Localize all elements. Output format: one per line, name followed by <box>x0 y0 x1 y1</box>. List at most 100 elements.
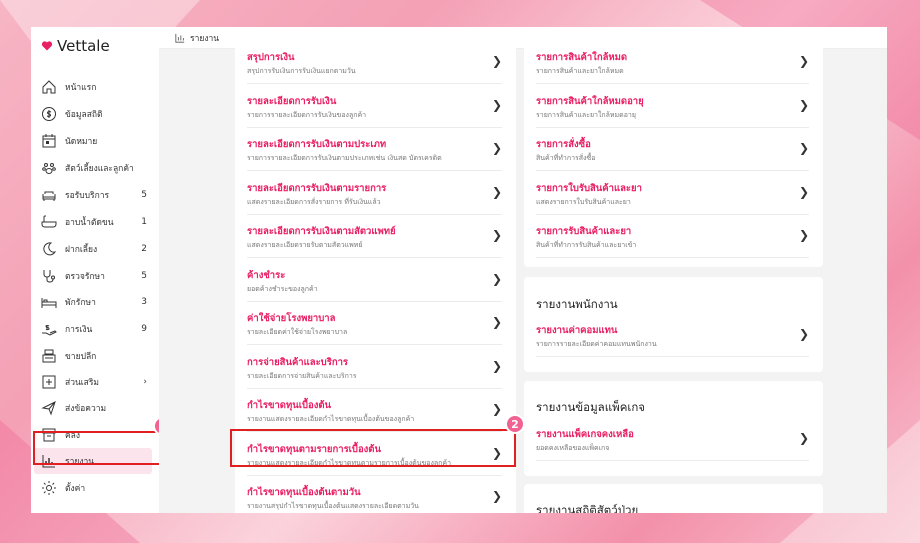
report-title[interactable]: รายการรับสินค้าและยา <box>536 224 631 239</box>
chevron-right-icon[interactable]: ❯ <box>492 185 502 199</box>
sidebar-item-bed[interactable]: พักรักษา 3 <box>41 289 153 315</box>
paw-icon <box>42 163 56 174</box>
report-row[interactable]: รายการสั่งซื้อสินค้าที่ทำการสั่งซื้อ ❯ <box>524 128 823 171</box>
report-row[interactable]: กำไรขาดทุนเบื้องต้นตามวัน รายงานสรุปกำไรข… <box>235 476 516 513</box>
sidebar-item-plus-square[interactable]: ส่วนเสริม › <box>41 369 153 395</box>
report-row[interactable]: รายละเอียดการรับเงินตามสัตวแพทย์แสดงรายล… <box>235 215 516 258</box>
sidebar-item-label: ส่งข้อความ <box>65 404 107 414</box>
logo[interactable]: Vettale <box>41 37 110 55</box>
app-window: Vettale หน้าแรกข้อมูลสถิตินัดหมายสัตว์เล… <box>31 27 887 513</box>
report-row[interactable]: รายงานค่าคอมแทน รายการรายละเอียดค่าคอมแทน… <box>524 314 823 357</box>
report-title[interactable]: รายงานค่าคอมแทน <box>536 323 617 338</box>
report-row[interactable]: รายละเอียดการรับเงิน รายการรายละเอียดการร… <box>235 85 516 128</box>
report-row[interactable]: รายการรับสินค้าและยาสินค้าที่ทำการรับสิน… <box>524 215 823 258</box>
sidebar-item-moon[interactable]: ฝากเลี้ยง 2 <box>41 236 153 262</box>
chevron-right-icon[interactable]: ❯ <box>492 141 502 155</box>
report-title[interactable]: รายการสินค้าใกล้หมดอายุ <box>536 94 644 109</box>
sidebar-item-bathtub[interactable]: อาบน้ำตัดขน 1 <box>41 209 153 235</box>
chevron-right-icon[interactable]: ❯ <box>799 431 809 445</box>
annotation-badge-2: 2 <box>505 414 525 434</box>
report-row[interactable]: สรุปการเงิน สรุปการรับเงินการรับเงินแยกตา… <box>235 41 516 84</box>
report-title[interactable]: รายละเอียดการรับเงินตามรายการ <box>247 181 386 196</box>
send-icon <box>41 401 56 416</box>
sidebar-item-label: อาบน้ำตัดขน <box>65 218 114 228</box>
chevron-right-icon[interactable]: ❯ <box>799 54 809 68</box>
report-description: แสดงรายการใบรับสินค้าและยา <box>536 197 631 206</box>
report-title[interactable]: กำไรขาดทุนเบื้องต้น <box>247 398 331 413</box>
chevron-right-icon[interactable]: ❯ <box>492 489 502 503</box>
report-row[interactable]: รายการใบรับสินค้าและยา แสดงรายการใบรับสิน… <box>524 172 823 215</box>
report-title[interactable]: สรุปการเงิน <box>247 50 295 65</box>
annotation-highlight-1 <box>33 431 165 465</box>
sidebar-item-send[interactable]: ส่งข้อความ <box>41 395 153 421</box>
report-row[interactable]: รายการสินค้าใกล้หมดอายุ รายการสินค้าและยา… <box>524 85 823 128</box>
report-row[interactable]: รายละเอียดการรับเงินตามรายการ แสดงรายละเอ… <box>235 172 516 215</box>
chevron-right-icon[interactable]: ❯ <box>492 98 502 112</box>
report-title[interactable]: กำไรขาดทุนเบื้องต้นตามวัน <box>247 485 361 500</box>
sidebar-item-cash-register[interactable]: ขายปลีก <box>41 343 153 369</box>
sidebar-item-gear[interactable]: ตั้งค่า <box>41 475 153 501</box>
report-row[interactable]: รายงานแพ็คเกจคงเหลือ ยอดคงเหลือของแพ็คเกจ… <box>524 418 823 461</box>
report-description: สินค้าที่ทำการสั่งซื้อ <box>536 154 596 162</box>
chevron-right-icon[interactable]: ❯ <box>799 228 809 242</box>
sidebar-item-count: 1 <box>141 217 147 227</box>
sidebar-item-label: นัดหมาย <box>65 137 98 147</box>
chevron-right-icon[interactable]: ❯ <box>492 359 502 373</box>
hand-money-icon <box>42 325 57 336</box>
chevron-right-icon[interactable]: ❯ <box>799 98 809 112</box>
chevron-right-icon[interactable]: ❯ <box>799 327 809 341</box>
sidebar-item-dollar-circle[interactable]: ข้อมูลสถิติ <box>41 101 153 127</box>
chevron-right-icon[interactable]: ❯ <box>492 54 502 68</box>
report-title[interactable]: ค้างชำระ <box>247 268 285 283</box>
report-title[interactable]: รายการสั่งซื้อ <box>536 137 591 152</box>
divider <box>536 257 809 258</box>
inventory-report-card: รายการสินค้าใกล้หมด รายการสินค้าและยาใกล้… <box>524 37 823 267</box>
sidebar-item-hand-money[interactable]: การเงิน 9 <box>41 316 153 342</box>
section-title: รายงานสถิติสัตว์ป่วย <box>536 503 639 513</box>
section-title: รายงานพนักงาน <box>536 297 618 311</box>
sidebar-item-paw[interactable]: สัตว์เลี้ยงและลูกค้า <box>41 155 153 181</box>
report-title[interactable]: รายละเอียดการรับเงินตามสัตวแพทย์ <box>247 224 396 239</box>
report-description: รายละเอียดค่าใช้จ่ายโรงพยาบาล <box>247 328 348 336</box>
sidebar-item-stethoscope[interactable]: ตรวจรักษา 5 <box>41 263 153 289</box>
chevron-right-icon[interactable]: ❯ <box>492 315 502 329</box>
divider <box>536 460 809 461</box>
chevron-right-icon[interactable]: ❯ <box>799 141 809 155</box>
staff-report-card: รายงานพนักงาน รายงานค่าคอมแทน รายการรายละ… <box>524 277 823 372</box>
sidebar-item-count: 5 <box>141 271 147 281</box>
chevron-right-icon[interactable]: ❯ <box>492 402 502 416</box>
report-row[interactable]: ค่าใช้จ่ายโรงพยาบาลรายละเอียดค่าใช้จ่ายโ… <box>235 302 516 345</box>
sidebar-item-label: ข้อมูลสถิติ <box>65 110 103 120</box>
sidebar-item-count: 2 <box>141 244 147 254</box>
heart-icon <box>41 41 53 51</box>
report-title[interactable]: การจ่ายสินค้าและบริการ <box>247 355 348 370</box>
sidebar-item-count: › <box>143 377 147 387</box>
report-title[interactable]: รายการสินค้าใกล้หมด <box>536 50 627 65</box>
report-row[interactable]: กำไรขาดทุนเบื้องต้น รายงานแสดงรายละเอียดก… <box>235 389 516 432</box>
chevron-right-icon[interactable]: ❯ <box>492 272 502 286</box>
sidebar-item-label: พักรักษา <box>65 298 96 308</box>
moon-icon <box>43 242 57 256</box>
report-description: แสดงรายละเอียดรายรับตามสัตวแพทย์ <box>247 241 363 249</box>
report-title[interactable]: รายการใบรับสินค้าและยา <box>536 181 642 196</box>
report-description: สินค้าที่ทำการรับสินค้าและยาเข้า <box>536 241 637 249</box>
report-description: แสดงรายละเอียดการสั่งรายการ ที่รับเงินแล… <box>247 197 381 206</box>
report-row[interactable]: การจ่ายสินค้าและบริการ รายละเอียดการจ่ายส… <box>235 346 516 389</box>
chevron-right-icon[interactable]: ❯ <box>492 228 502 242</box>
report-title[interactable]: ค่าใช้จ่ายโรงพยาบาล <box>247 311 335 326</box>
sidebar-item-home[interactable]: หน้าแรก <box>41 74 153 100</box>
report-title[interactable]: รายงานแพ็คเกจคงเหลือ <box>536 427 634 442</box>
sidebar-item-label: รอรับบริการ <box>65 191 110 201</box>
report-row[interactable]: ค้างชำระ ยอดค้างชำระของลูกค้า ❯ <box>235 259 516 302</box>
report-title[interactable]: รายละเอียดการรับเงินตามประเภท <box>247 137 386 152</box>
report-row[interactable]: รายละเอียดการรับเงินตามประเภท รายการรายละ… <box>235 128 516 171</box>
report-content: สรุปการเงิน สรุปการรับเงินการรับเงินแยกตา… <box>159 37 887 513</box>
section-title: รายงานข้อมูลแพ็คเกจ <box>536 400 646 414</box>
report-row[interactable]: รายการสินค้าใกล้หมด รายการสินค้าและยาใกล้… <box>524 41 823 84</box>
sidebar-item-sofa[interactable]: รอรับบริการ 5 <box>41 182 153 208</box>
sidebar-item-calendar[interactable]: นัดหมาย <box>41 128 153 154</box>
chevron-right-icon[interactable]: ❯ <box>799 185 809 199</box>
home-icon <box>42 80 56 94</box>
report-title[interactable]: รายละเอียดการรับเงิน <box>247 94 336 109</box>
sick-animal-report-card: รายงานสถิติสัตว์ป่วย <box>524 484 823 513</box>
